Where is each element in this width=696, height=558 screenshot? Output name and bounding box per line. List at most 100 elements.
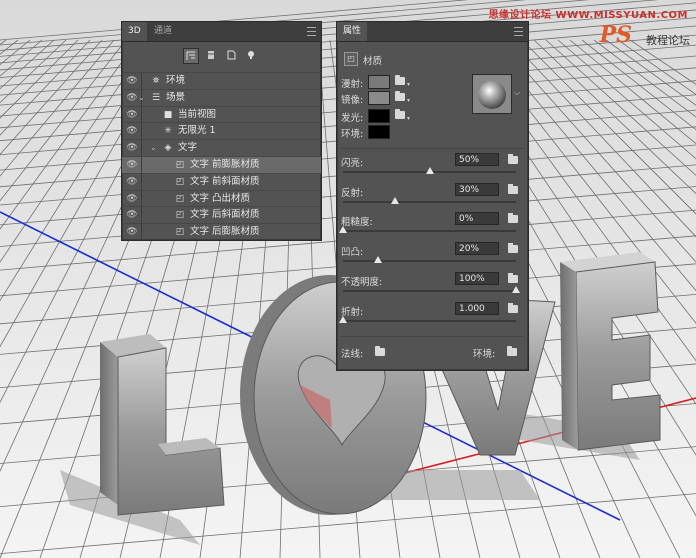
param-value-field[interactable]: 30% — [455, 183, 499, 196]
param-label: 闪亮: — [341, 158, 364, 169]
panel-menu-icon[interactable] — [307, 27, 316, 36]
watermark: 思缘设计论坛 WWW.MISSYUAN.COM PS 教程论坛 — [489, 6, 692, 50]
row-divider — [141, 173, 142, 190]
material-header: ◰ 材质 — [337, 48, 528, 68]
layer-row[interactable]: 👁 ✳ 无限光 1 — [122, 122, 321, 140]
material-color-row: 镜像: ▾ — [337, 91, 457, 106]
properties-tabbar: 属性 — [337, 22, 528, 42]
visibility-eye-icon[interactable]: 👁 — [125, 210, 139, 220]
color-swatch[interactable] — [368, 109, 390, 123]
param-row: 反射: 30% — [337, 183, 528, 213]
material-icon: ◰ — [175, 227, 185, 238]
texture-folder-icon[interactable] — [508, 273, 518, 283]
slider-thumb[interactable] — [339, 226, 347, 233]
panel-3d: 3D 通道 👁 ⛯ 环境 👁 ⌄ ☰ 场景 👁 ■ 当前视图 👁 ✳ 无限光 1 👁 ⌄ ◈ 文字 👁 ◰ 文字 前膨… — [121, 21, 322, 241]
row-divider — [141, 224, 142, 240]
color-label: 环境: — [341, 129, 364, 140]
slider-thumb[interactable] — [390, 197, 399, 204]
param-label: 反射: — [341, 188, 364, 199]
watermark-logo: PS — [599, 22, 632, 48]
chevron-down-icon[interactable]: ▾ — [407, 97, 410, 104]
chevron-down-icon[interactable]: ⌵ — [514, 88, 520, 98]
param-value-field[interactable]: 20% — [455, 242, 499, 255]
material-icon: ◰ — [175, 159, 185, 170]
param-row: 折射: 1.000 — [337, 302, 528, 332]
tab-properties[interactable]: 属性 — [337, 22, 368, 41]
layer-row[interactable]: 👁 ⌄ ◈ 文字 — [122, 139, 321, 156]
param-value-field[interactable]: 1.000 — [455, 302, 499, 315]
chevron-down-icon[interactable]: ▾ — [407, 115, 410, 122]
slider-track[interactable] — [343, 230, 516, 232]
normal-folder-icon[interactable] — [375, 346, 385, 356]
slider-track[interactable] — [343, 290, 516, 292]
layer-row[interactable]: 👁 ⛯ 环境 — [122, 72, 321, 89]
env-label: 环境: — [473, 349, 496, 360]
material-filter-icon[interactable] — [224, 48, 238, 62]
texture-folder-icon[interactable] — [508, 213, 518, 223]
param-value-field[interactable]: 0% — [455, 212, 499, 225]
layer-row[interactable]: 👁 ◰ 文字 前膨胀材质 — [122, 155, 321, 173]
material-color-row: 环境: — [337, 125, 457, 140]
texture-folder-icon[interactable] — [395, 109, 405, 119]
color-label: 镜像: — [341, 95, 364, 106]
param-row: 凹凸: 20% — [337, 242, 528, 272]
visibility-eye-icon[interactable]: 👁 — [125, 143, 139, 153]
texture-folder-icon[interactable] — [508, 184, 518, 194]
visibility-eye-icon[interactable]: 👁 — [125, 194, 139, 204]
texture-row: 法线: 环境: — [337, 342, 528, 362]
slider-track[interactable] — [343, 320, 516, 322]
mesh-filter-icon[interactable] — [204, 48, 218, 62]
material-icon: ◰ — [175, 210, 185, 221]
texture-folder-icon[interactable] — [508, 303, 518, 313]
chevron-down-icon[interactable]: ▾ — [407, 81, 410, 88]
visibility-eye-icon[interactable]: 👁 — [125, 227, 139, 237]
param-label: 不透明度: — [341, 277, 383, 288]
visibility-eye-icon[interactable]: 👁 — [125, 93, 139, 103]
visibility-eye-icon[interactable]: 👁 — [125, 110, 139, 120]
layer-row[interactable]: 👁 ■ 当前视图 — [122, 105, 321, 123]
visibility-eye-icon[interactable]: 👁 — [125, 76, 139, 86]
slider-thumb[interactable] — [512, 286, 520, 293]
texture-folder-icon[interactable] — [508, 154, 518, 164]
row-divider — [141, 207, 142, 224]
tab-channels[interactable]: 通道 — [148, 22, 178, 41]
tab-3d[interactable]: 3D — [122, 22, 147, 41]
env-folder-icon[interactable] — [507, 346, 517, 356]
texture-folder-icon[interactable] — [395, 91, 405, 101]
slider-track[interactable] — [343, 260, 516, 262]
material-color-row: 漫射: ▾ — [337, 75, 457, 90]
slider-thumb[interactable] — [339, 316, 347, 323]
row-divider — [141, 156, 142, 173]
layer-name: 文字 前斜面材质 — [190, 175, 260, 187]
layer-row[interactable]: 👁 ◰ 文字 后斜面材质 — [122, 206, 321, 224]
layer-row[interactable]: 👁 ⌄ ☰ 场景 — [122, 88, 321, 106]
row-divider — [141, 106, 142, 123]
layer-row[interactable]: 👁 ◰ 文字 前斜面材质 — [122, 172, 321, 190]
layer-row[interactable]: 👁◇边界约束 1 — [122, 239, 321, 240]
visibility-eye-icon[interactable]: 👁 — [125, 126, 139, 136]
material-preview[interactable] — [472, 74, 512, 114]
color-swatch[interactable] — [368, 125, 390, 139]
color-label: 漫射: — [341, 79, 364, 90]
scene-filter-icon[interactable] — [183, 48, 199, 64]
slider-track[interactable] — [343, 201, 516, 203]
param-value-field[interactable]: 50% — [455, 153, 499, 166]
color-swatch[interactable] — [368, 75, 390, 89]
texture-folder-icon[interactable] — [395, 75, 405, 85]
visibility-eye-icon[interactable]: 👁 — [125, 177, 139, 187]
visibility-eye-icon[interactable]: 👁 — [125, 160, 139, 170]
layer-row[interactable]: 👁 ◰ 文字 后膨胀材质 — [122, 223, 321, 240]
layer-row[interactable]: 👁 ◰ 文字 凸出材质 — [122, 189, 321, 207]
properties-menu-icon[interactable] — [514, 27, 523, 36]
expand-toggle-icon[interactable]: ⌄ — [150, 142, 157, 154]
expand-toggle-icon[interactable]: ⌄ — [138, 92, 145, 104]
color-swatch[interactable] — [368, 91, 390, 105]
light-filter-icon[interactable] — [244, 48, 258, 62]
slider-thumb[interactable] — [425, 167, 434, 174]
mesh-icon: ◈ — [164, 143, 172, 154]
divider — [341, 148, 524, 149]
texture-folder-icon[interactable] — [508, 243, 518, 253]
slider-thumb[interactable] — [373, 256, 382, 263]
layer-name: 文字 凸出材质 — [190, 192, 251, 204]
param-value-field[interactable]: 100% — [455, 272, 499, 285]
